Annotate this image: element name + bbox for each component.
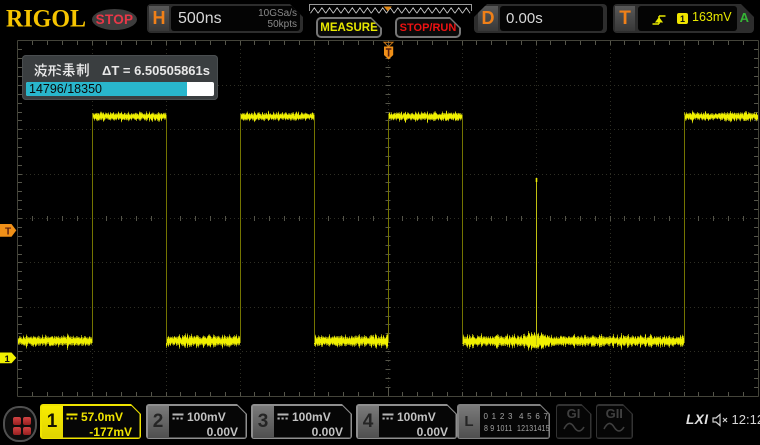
- svg-text:T: T: [5, 227, 11, 238]
- svg-text:1: 1: [5, 354, 11, 365]
